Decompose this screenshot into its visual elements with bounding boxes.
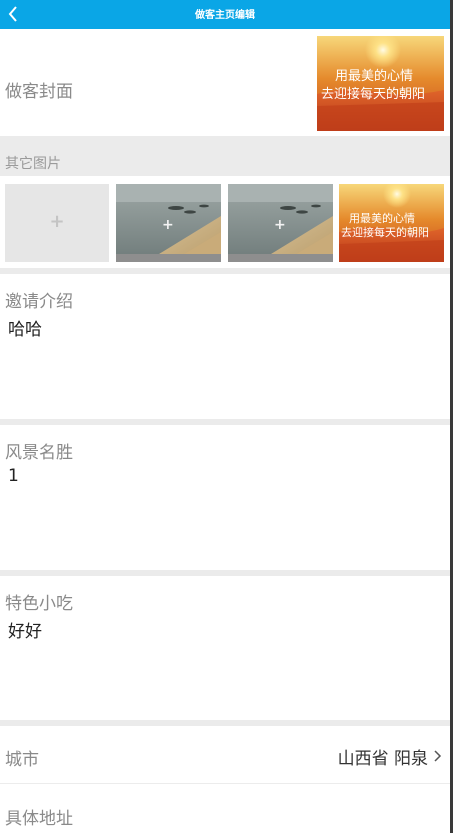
snacks-section: 特色小吃 好好 bbox=[0, 576, 450, 720]
invitation-section: 邀请介绍 哈哈 bbox=[0, 274, 450, 419]
gallery-thumbnail[interactable]: + bbox=[116, 184, 221, 262]
cover-label: 做客封面 bbox=[5, 82, 73, 102]
header-bar: 做客主页编辑 bbox=[0, 0, 450, 29]
image-gallery: + + + 用最美的心情 去迎接每天的朝阳 bbox=[0, 176, 450, 268]
scenery-textarea[interactable]: 1 bbox=[8, 466, 19, 486]
scenery-section: 风景名胜 1 bbox=[0, 425, 450, 570]
page-title: 做客主页编辑 bbox=[195, 10, 255, 21]
snacks-textarea[interactable]: 好好 bbox=[8, 617, 42, 642]
city-label: 城市 bbox=[5, 750, 39, 770]
cover-row: 做客封面 用最美的心情 去迎接每天的朝阳 bbox=[0, 29, 450, 136]
thumbnail-caption-line2: 去迎接每天的朝阳 bbox=[341, 225, 429, 239]
cover-caption-line2: 去迎接每天的朝阳 bbox=[321, 86, 425, 102]
thumbnail-plus-icon: + bbox=[274, 217, 286, 233]
thumbnail-plus-icon: + bbox=[162, 217, 174, 233]
gallery-thumbnail[interactable]: + bbox=[228, 184, 333, 262]
snacks-label: 特色小吃 bbox=[5, 594, 73, 614]
other-images-header: 其它图片 bbox=[0, 136, 450, 176]
cover-caption-line1: 用最美的心情 bbox=[335, 68, 413, 84]
other-images-label: 其它图片 bbox=[5, 156, 61, 172]
chevron-right-icon bbox=[434, 750, 442, 762]
thumbnail-caption-line1: 用最美的心情 bbox=[349, 211, 415, 225]
invitation-textarea[interactable]: 哈哈 bbox=[8, 315, 42, 340]
scenery-label: 风景名胜 bbox=[5, 443, 73, 463]
gallery-thumbnail[interactable]: 用最美的心情 去迎接每天的朝阳 bbox=[339, 184, 444, 262]
address-label: 具体地址 bbox=[5, 809, 73, 829]
cover-image[interactable]: 用最美的心情 去迎接每天的朝阳 bbox=[317, 36, 444, 131]
invitation-label: 邀请介绍 bbox=[5, 292, 73, 312]
city-value: 山西省 阳泉 bbox=[337, 749, 428, 769]
add-image-button[interactable]: + bbox=[5, 184, 109, 262]
address-row[interactable]: 具体地址 bbox=[0, 785, 450, 833]
city-selector[interactable]: 城市 山西省 阳泉 bbox=[0, 726, 450, 784]
plus-icon: + bbox=[49, 211, 65, 232]
